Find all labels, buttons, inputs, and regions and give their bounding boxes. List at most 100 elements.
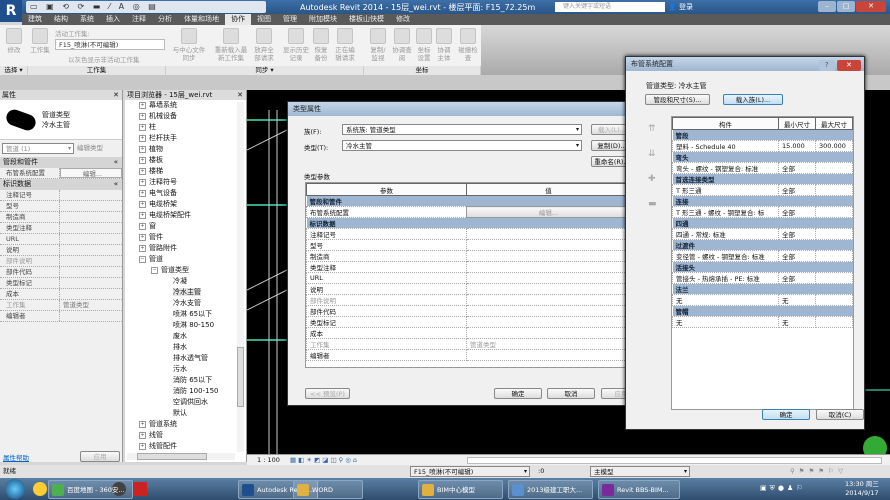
component-cell[interactable]: 变径管 - 螺纹 - 钢塑复合: 标准 bbox=[672, 250, 779, 262]
property-row[interactable]: URL bbox=[0, 234, 122, 245]
tree-node[interactable]: 空调供回水 bbox=[139, 397, 246, 408]
coordination-body-button[interactable]: 协调主体 bbox=[436, 28, 452, 62]
parameter-value[interactable] bbox=[466, 261, 631, 273]
tree-node[interactable]: + 机械设备 bbox=[139, 111, 246, 122]
expand-icon[interactable]: + bbox=[139, 101, 146, 109]
tree-node[interactable]: + 楼板 bbox=[139, 155, 246, 166]
routing-group-row[interactable]: 管帽 bbox=[672, 305, 853, 317]
component-cell[interactable]: 四通 - 常规: 标准 bbox=[672, 228, 779, 240]
parameter-row[interactable]: 类型注释 bbox=[306, 261, 631, 273]
parameter-row[interactable]: 工作集 管道类型 bbox=[306, 338, 631, 350]
expand-icon[interactable]: + bbox=[139, 134, 146, 142]
expand-icon[interactable]: + bbox=[139, 233, 146, 241]
max-size-cell[interactable] bbox=[815, 294, 853, 306]
clock[interactable]: 13:30 周三 2014/9/17 bbox=[845, 480, 879, 498]
nav-wheel-icon[interactable] bbox=[863, 436, 887, 455]
help-button[interactable]: ? bbox=[818, 60, 835, 71]
column-header-value[interactable]: 值 bbox=[466, 183, 631, 196]
property-row[interactable]: 部件代码 bbox=[0, 267, 122, 278]
apply-button[interactable]: 应用 bbox=[80, 451, 120, 462]
max-size-cell[interactable] bbox=[815, 162, 853, 174]
ribbon-tab[interactable]: 分析 bbox=[152, 14, 178, 25]
family-dropdown[interactable]: 系统族: 管道类型 bbox=[342, 124, 582, 135]
expand-icon[interactable]: + bbox=[139, 244, 146, 252]
parameter-row[interactable]: 成本 bbox=[306, 327, 631, 339]
routing-group-row[interactable]: 过渡件 bbox=[672, 239, 853, 251]
ribbon-tab[interactable]: 视图 bbox=[251, 14, 277, 25]
application-menu-button[interactable]: R bbox=[0, 0, 22, 22]
max-size-cell[interactable] bbox=[815, 250, 853, 262]
parameter-value[interactable] bbox=[466, 305, 631, 317]
expand-icon[interactable]: + bbox=[139, 145, 146, 153]
collapse-icon[interactable]: − bbox=[151, 266, 158, 274]
component-cell[interactable]: T 形三通 - 螺纹 - 钢塑复合: 标 bbox=[672, 206, 779, 218]
expand-icon[interactable]: + bbox=[139, 156, 146, 164]
routing-rule-row[interactable]: 弯头 - 螺纹 - 钢塑复合: 标准 全部 bbox=[672, 162, 853, 174]
property-value[interactable] bbox=[60, 223, 122, 233]
vertical-scrollbar[interactable] bbox=[237, 102, 244, 452]
min-size-cell[interactable]: 全部 bbox=[778, 250, 816, 262]
min-size-cell[interactable]: 15.000 bbox=[778, 140, 816, 152]
expand-icon[interactable]: + bbox=[139, 189, 146, 197]
move-down-icon[interactable]: ⇊ bbox=[648, 142, 657, 167]
expand-icon[interactable]: + bbox=[139, 200, 146, 208]
worksets-button[interactable]: 工作集 bbox=[28, 28, 52, 54]
ribbon-tab[interactable]: 建筑 bbox=[22, 14, 48, 25]
ribbon-tab[interactable]: 系统 bbox=[74, 14, 100, 25]
property-value[interactable]: 管道类型 bbox=[60, 300, 122, 310]
max-size-cell[interactable] bbox=[815, 228, 853, 240]
property-value[interactable]: 编辑... bbox=[60, 168, 122, 178]
max-size-cell[interactable] bbox=[815, 206, 853, 218]
max-size-cell[interactable] bbox=[815, 184, 853, 196]
ribbon-tab[interactable]: 楼板山快模 bbox=[343, 14, 390, 25]
edit-type-button[interactable]: 编辑类型 bbox=[77, 143, 103, 154]
tree-node[interactable]: + 植物 bbox=[139, 144, 246, 155]
component-cell[interactable]: 弯头 - 螺纹 - 钢塑复合: 标准 bbox=[672, 162, 779, 174]
component-cell[interactable]: 塑料 - Schedule 40 bbox=[672, 140, 779, 152]
parameter-row[interactable]: URL bbox=[306, 272, 631, 284]
minimize-button[interactable]: – bbox=[818, 1, 836, 12]
property-value[interactable] bbox=[60, 212, 122, 222]
taskbar-item[interactable]: Revit BBS-BIM... bbox=[598, 480, 680, 499]
taskbar-item[interactable]: BIM中心模型 bbox=[418, 480, 503, 499]
parameter-value[interactable] bbox=[466, 349, 631, 361]
property-value[interactable] bbox=[60, 201, 122, 211]
min-size-cell[interactable]: 全部 bbox=[778, 272, 816, 284]
parameter-value[interactable] bbox=[466, 316, 631, 328]
tree-node[interactable]: + 管件 bbox=[139, 232, 246, 243]
property-group-header[interactable]: 管段和管件 « bbox=[0, 157, 122, 168]
design-option-dropdown[interactable]: 主模型 bbox=[590, 466, 690, 477]
routing-rule-row[interactable]: 塑料 - Schedule 40 15.000 300.000 bbox=[672, 140, 853, 152]
tree-node[interactable]: 排水透气管 bbox=[139, 353, 246, 364]
property-row[interactable]: 型号 bbox=[0, 201, 122, 212]
ribbon-tab[interactable]: 结构 bbox=[48, 14, 74, 25]
property-value[interactable] bbox=[60, 190, 122, 200]
start-button[interactable] bbox=[5, 479, 25, 499]
tree-node[interactable]: + 管道系统 bbox=[139, 419, 246, 430]
tree-node[interactable]: 默认 bbox=[139, 408, 246, 419]
component-cell[interactable]: 无 bbox=[672, 294, 779, 306]
routing-group-row[interactable]: 活接头 bbox=[672, 261, 853, 273]
property-row[interactable]: 工作集 管道类型 bbox=[0, 300, 122, 311]
column-header-max-size[interactable]: 最大尺寸 bbox=[815, 117, 853, 130]
remove-icon[interactable]: ▬ bbox=[648, 192, 657, 217]
parameter-value[interactable] bbox=[466, 250, 631, 262]
expand-icon[interactable]: + bbox=[139, 222, 146, 230]
min-size-cell[interactable]: 全部 bbox=[778, 162, 816, 174]
routing-group-row[interactable]: 管段 bbox=[672, 129, 853, 141]
tree-node[interactable]: + 电缆桥架 bbox=[139, 199, 246, 210]
tree-node[interactable]: 废水 bbox=[139, 331, 246, 342]
min-size-cell[interactable]: 无 bbox=[778, 294, 816, 306]
tree-node[interactable]: + 电气设备 bbox=[139, 188, 246, 199]
editing-requests-button[interactable]: 正在编辑请求 bbox=[333, 28, 357, 62]
max-size-cell[interactable] bbox=[815, 272, 853, 284]
expand-icon[interactable]: + bbox=[139, 431, 146, 439]
taskbar-item[interactable]: WORD bbox=[293, 480, 363, 499]
panel-sync[interactable]: 同步 ▾ bbox=[166, 66, 364, 75]
tree-node[interactable]: 消防 65以下 bbox=[139, 375, 246, 386]
tree-node[interactable]: + 栏杆扶手 bbox=[139, 133, 246, 144]
tree-node[interactable]: 冷水支管 bbox=[139, 298, 246, 309]
horizontal-scrollbar[interactable] bbox=[127, 453, 235, 460]
min-size-cell[interactable]: 全部 bbox=[778, 228, 816, 240]
routing-group-row[interactable]: 连接 bbox=[672, 195, 853, 207]
